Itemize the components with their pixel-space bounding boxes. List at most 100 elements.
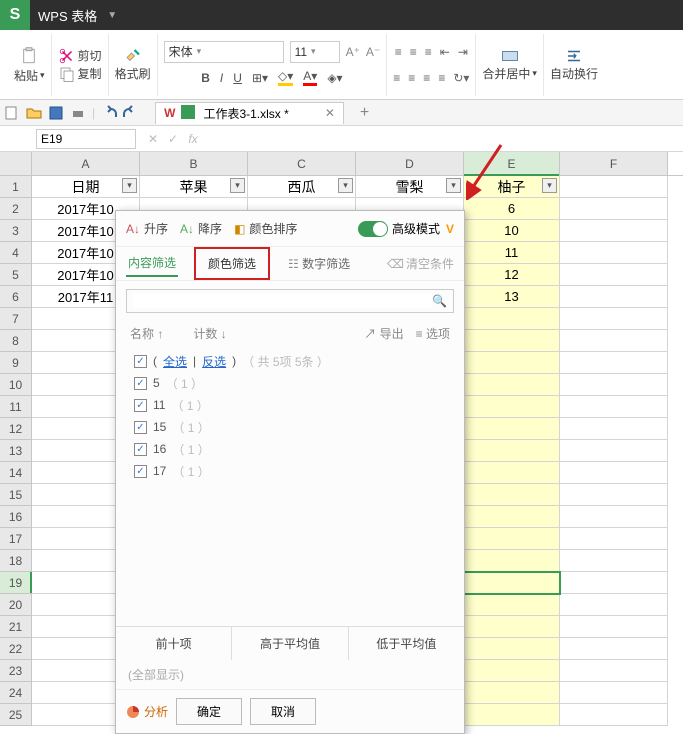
bold-button[interactable]: B: [201, 71, 210, 85]
fmt-painter[interactable]: 格式刷: [115, 65, 151, 82]
clear-fmt[interactable]: ◈▾: [327, 71, 342, 85]
align-r[interactable]: ≡: [423, 71, 430, 85]
print-icon[interactable]: [70, 105, 86, 121]
filter-search[interactable]: 🔍: [126, 289, 454, 313]
filter-item[interactable]: ✓5（ 1 ）: [134, 372, 450, 394]
undo-icon[interactable]: [101, 105, 117, 121]
row-1[interactable]: 1: [0, 176, 32, 198]
cell-E2[interactable]: 6: [464, 198, 560, 220]
filter-icon[interactable]: ▾: [122, 178, 137, 193]
filter-icon[interactable]: ▾: [230, 178, 245, 193]
fx-cancel[interactable]: ✕: [144, 132, 162, 146]
col-F[interactable]: F: [560, 152, 668, 175]
above-avg-button[interactable]: 高于平均值: [232, 627, 348, 660]
checkbox-icon[interactable]: ✓: [134, 355, 147, 368]
filter-icon[interactable]: ▾: [446, 178, 461, 193]
filter-item[interactable]: ✓16（ 1 ）: [134, 438, 450, 460]
sort-desc[interactable]: A↓降序: [180, 220, 222, 237]
filter-item[interactable]: ✓17（ 1 ）: [134, 460, 450, 482]
col-A[interactable]: A: [32, 152, 140, 175]
cell-E1[interactable]: 柚子▾: [464, 176, 560, 198]
cell-A1[interactable]: 日期▾: [32, 176, 140, 198]
row-6[interactable]: 6: [0, 286, 32, 308]
row-2[interactable]: 2: [0, 198, 32, 220]
redo-icon[interactable]: [123, 105, 139, 121]
align-bot[interactable]: ≡: [425, 45, 432, 59]
cut-button[interactable]: 剪切: [58, 47, 102, 65]
new-icon[interactable]: [4, 105, 20, 121]
merge-button[interactable]: 合并居中▾: [482, 65, 537, 82]
checkbox-icon[interactable]: ✓: [134, 421, 147, 434]
filter-item[interactable]: ✓11（ 1 ）: [134, 394, 450, 416]
cell-E19-active[interactable]: [464, 572, 560, 594]
checkbox-icon[interactable]: ✓: [134, 443, 147, 456]
font-select[interactable]: 宋体▾: [164, 41, 284, 63]
below-avg-button[interactable]: 低于平均值: [349, 627, 464, 660]
doc-tab[interactable]: W 工作表3-1.xlsx * ✕: [155, 102, 344, 124]
cell-D1[interactable]: 雪梨▾: [356, 176, 464, 198]
row-5[interactable]: 5: [0, 264, 32, 286]
row-3[interactable]: 3: [0, 220, 32, 242]
paste-button[interactable]: 粘贴▾: [14, 67, 45, 84]
open-icon[interactable]: [26, 105, 42, 121]
size-select[interactable]: 11▾: [290, 41, 340, 63]
checkbox-icon[interactable]: ✓: [134, 399, 147, 412]
clear-filter[interactable]: ⌫清空条件: [387, 255, 454, 272]
tab-color-filter[interactable]: 颜色筛选: [194, 247, 270, 280]
sort-asc[interactable]: A↓升序: [126, 220, 168, 237]
checkbox-icon[interactable]: ✓: [134, 465, 147, 478]
filter-search-input[interactable]: [133, 294, 432, 308]
analyze-button[interactable]: 分析: [126, 703, 168, 720]
col-D[interactable]: D: [356, 152, 464, 175]
cell-B1[interactable]: 苹果▾: [140, 176, 248, 198]
col-C[interactable]: C: [248, 152, 356, 175]
app-menu-dd[interactable]: ▼: [107, 10, 117, 21]
ok-button[interactable]: 确定: [176, 698, 242, 725]
shrink-font[interactable]: A⁻: [366, 45, 380, 59]
col-count[interactable]: 计数 ↓: [193, 325, 226, 342]
cell-E5[interactable]: 12: [464, 264, 560, 286]
indent-r[interactable]: ⇥: [458, 45, 468, 59]
invert-link[interactable]: 反选: [202, 353, 226, 370]
row-19[interactable]: 19: [0, 572, 32, 594]
options-button[interactable]: ≡ 选项: [416, 325, 450, 342]
col-E[interactable]: E: [464, 152, 560, 175]
align-top[interactable]: ≡: [395, 45, 402, 59]
new-tab[interactable]: +: [360, 104, 369, 122]
font-color[interactable]: A▾: [303, 69, 317, 86]
wrap-button[interactable]: 自动换行: [550, 65, 598, 82]
align-mid[interactable]: ≡: [410, 45, 417, 59]
checkbox-icon[interactable]: ✓: [134, 377, 147, 390]
tab-number-filter[interactable]: ☷ 数字筛选: [286, 251, 352, 276]
col-name[interactable]: 名称 ↑: [130, 325, 163, 342]
top10-button[interactable]: 前十项: [116, 627, 232, 660]
border-button[interactable]: ⊞▾: [252, 71, 268, 85]
select-all-link[interactable]: 全选: [163, 353, 187, 370]
row-4[interactable]: 4: [0, 242, 32, 264]
tab-content-filter[interactable]: 内容筛选: [126, 250, 178, 277]
filter-icon[interactable]: ▾: [338, 178, 353, 193]
cell-F1[interactable]: [560, 176, 668, 198]
name-box[interactable]: E19: [36, 129, 136, 149]
filter-item[interactable]: ✓15（ 1 ）: [134, 416, 450, 438]
fill-button[interactable]: ◇▾: [278, 69, 293, 86]
orient[interactable]: ↻▾: [453, 71, 469, 85]
cell-E6[interactable]: 13: [464, 286, 560, 308]
cancel-button[interactable]: 取消: [250, 698, 316, 725]
cell-E3[interactable]: 10: [464, 220, 560, 242]
italic-button[interactable]: I: [220, 71, 223, 85]
align-c[interactable]: ≡: [408, 71, 415, 85]
export-button[interactable]: ↗ 导出: [364, 325, 403, 342]
save-icon[interactable]: [48, 105, 64, 121]
filter-icon[interactable]: ▾: [542, 178, 557, 193]
cell-E4[interactable]: 11: [464, 242, 560, 264]
align-j[interactable]: ≡: [438, 71, 445, 85]
sort-color[interactable]: ◧颜色排序: [234, 220, 297, 237]
fx-button[interactable]: fx: [184, 132, 202, 146]
fx-accept[interactable]: ✓: [164, 132, 182, 146]
underline-button[interactable]: U: [233, 71, 242, 85]
adv-mode-toggle[interactable]: 高级模式V: [358, 220, 454, 237]
copy-button[interactable]: 复制: [58, 65, 102, 83]
grow-font[interactable]: A⁺: [346, 45, 360, 59]
close-doc[interactable]: ✕: [325, 106, 335, 120]
